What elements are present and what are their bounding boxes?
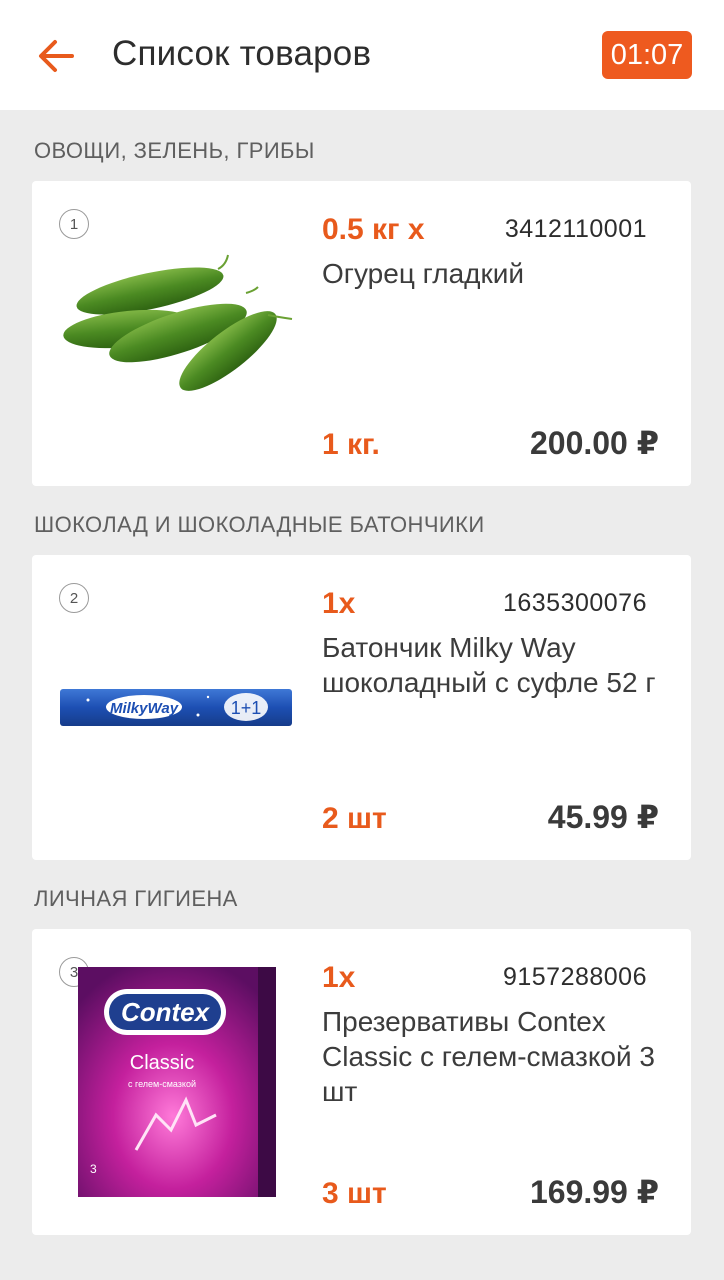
item-price: 169.99 ₽: [529, 1174, 659, 1210]
item-amount: 1 кг.: [322, 428, 380, 461]
item-code: 1635300076: [502, 589, 647, 617]
item-number: 1: [59, 209, 89, 239]
image-text: Classic: [130, 1052, 194, 1074]
product-card[interactable]: 2 MilkyWay 1+1 1x 1635300076 Батончик Mi…: [32, 555, 691, 860]
contex-box-image: Contex Classic с гелем-смазкой 3: [78, 967, 276, 1197]
timer-badge: 01:07: [602, 31, 692, 79]
cucumbers-image: [63, 254, 293, 391]
item-price: 45.99 ₽: [547, 799, 659, 835]
product-card[interactable]: 3 Contex Classic с гелем-смазкой 3 1x 91…: [32, 929, 691, 1235]
item-quantity-per-unit: 0.5 кг x: [322, 213, 425, 246]
page-title: Список товаров: [112, 34, 372, 73]
app-header: Список товаров 01:07: [0, 0, 724, 110]
image-text: 1+1: [231, 698, 262, 718]
item-name: Батончик Milky Way шоколадный с суфле 52…: [322, 632, 656, 698]
item-price: 200.00 ₽: [529, 425, 659, 461]
product-card[interactable]: 1 0.5 кг x 3412110001 Огурец гладкий 1 к…: [32, 181, 691, 486]
category-heading: ОВОЩИ, ЗЕЛЕНЬ, ГРИБЫ: [34, 138, 315, 163]
item-quantity-per-unit: 1x: [322, 587, 356, 620]
item-number: 2: [59, 583, 89, 613]
item-quantity-per-unit: 1x: [322, 961, 356, 994]
item-name: Презервативы Contex Classic с гелем-смаз…: [322, 1006, 655, 1107]
milky-way-bar-image: MilkyWay 1+1: [60, 689, 292, 726]
category-heading: ЛИЧНАЯ ГИГИЕНА: [34, 886, 238, 911]
item-name: Огурец гладкий: [322, 258, 525, 289]
item-amount: 3 шт: [322, 1177, 387, 1210]
category-heading: ШОКОЛАД И ШОКОЛАДНЫЕ БАТОНЧИКИ: [34, 512, 485, 537]
image-text: 3: [90, 1162, 97, 1176]
back-button[interactable]: [34, 34, 78, 78]
image-text: MilkyWay: [110, 700, 179, 717]
image-text: Contex: [121, 997, 211, 1027]
arrow-left-icon: [39, 40, 74, 72]
item-code: 9157288006: [502, 963, 647, 991]
image-text: с гелем-смазкой: [128, 1079, 196, 1089]
item-amount: 2 шт: [322, 802, 387, 835]
item-code: 3412110001: [504, 215, 647, 243]
